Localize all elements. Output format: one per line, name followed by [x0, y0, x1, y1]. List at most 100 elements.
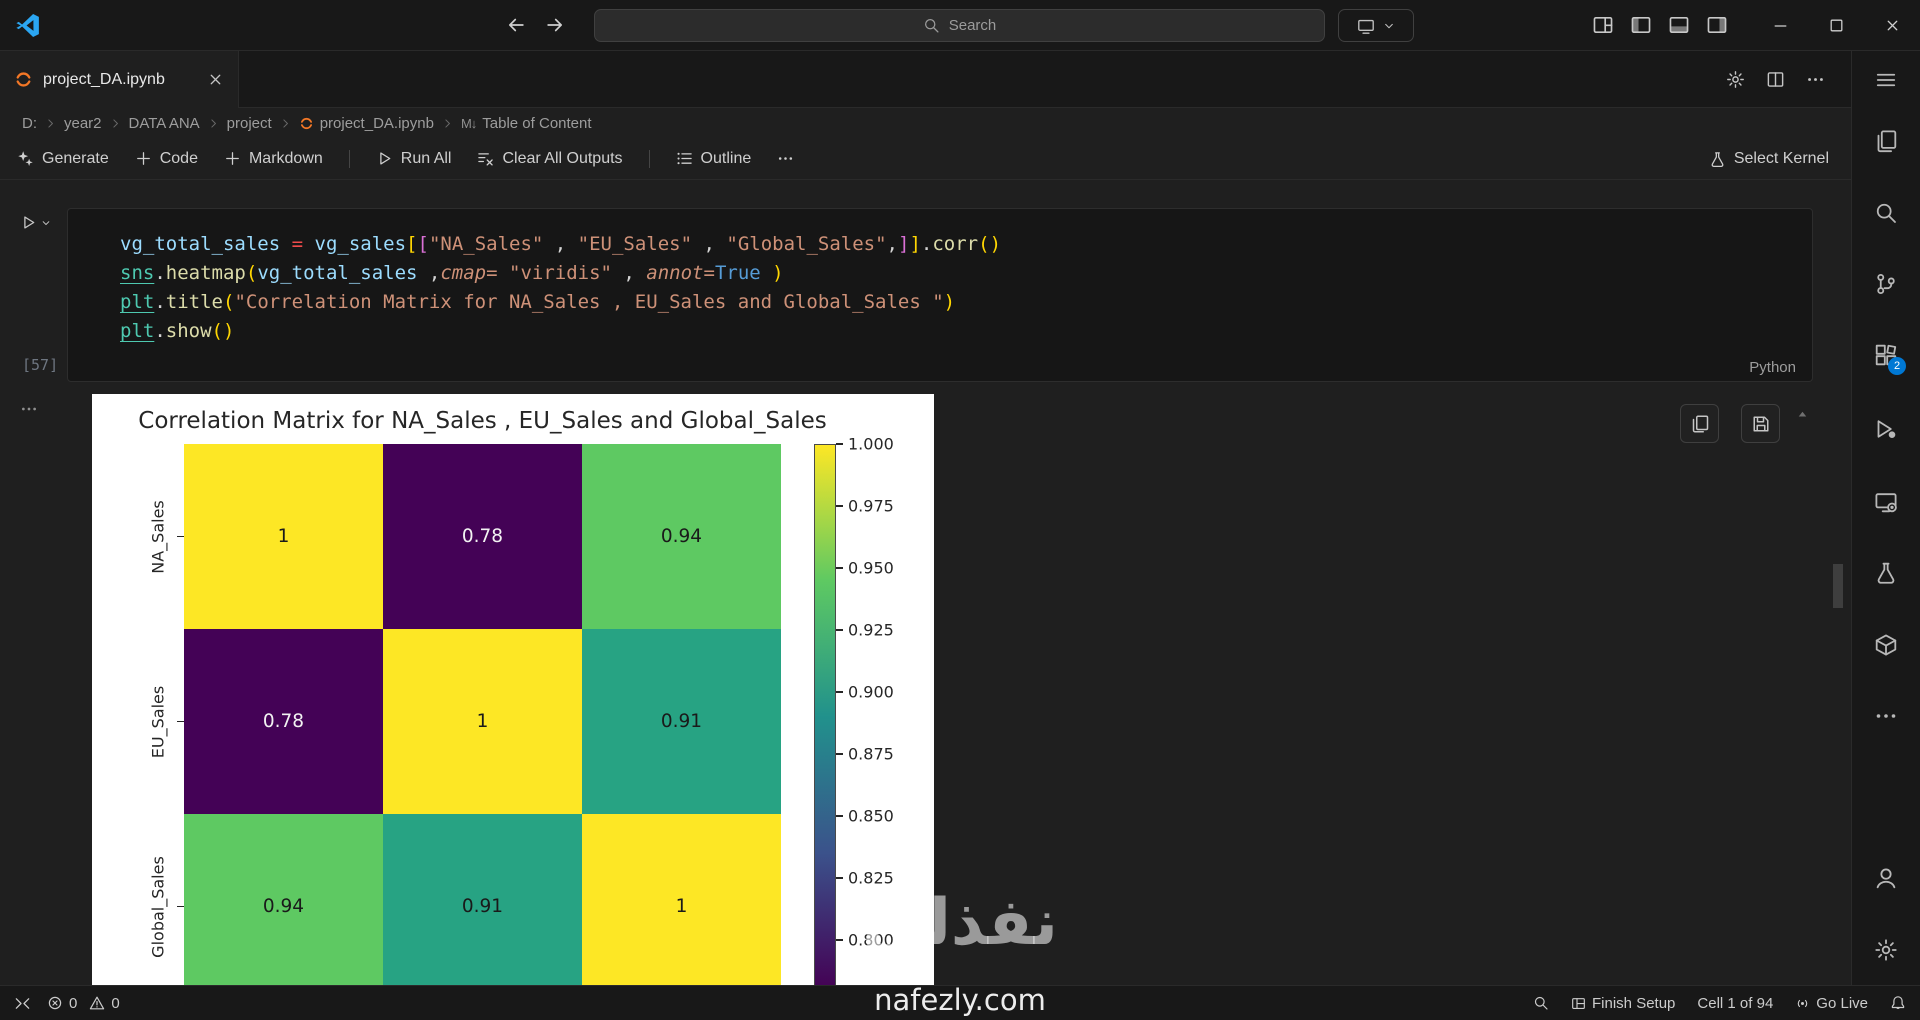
toggle-panel-icon[interactable] [1668, 14, 1690, 36]
colorbar-tick [836, 753, 843, 755]
heatmap-grid: 1 0.78 0.94 0.78 1 0.91 0.94 0.91 1 [184, 444, 781, 985]
testing-icon[interactable] [1864, 551, 1908, 595]
colorbar-tick [836, 443, 843, 445]
tab-label: project_DA.ipynb [43, 70, 165, 88]
history-nav [505, 14, 566, 36]
breadcrumb-separator-icon [207, 117, 220, 130]
breadcrumb-item[interactable]: year2 [64, 115, 102, 132]
breadcrumb-separator-icon [279, 117, 292, 130]
more-views-icon[interactable] [1864, 694, 1908, 738]
breadcrumb-label: DATA ANA [128, 114, 200, 132]
toggle-secondary-sidebar-ic[interactable] [1706, 14, 1728, 36]
containers-icon[interactable] [1864, 623, 1908, 667]
chevron-down-icon [1382, 19, 1396, 33]
colorbar-tick-label: 0.925 [848, 620, 894, 640]
jupyter-notebook-icon [14, 70, 33, 89]
breadcrumb-item[interactable]: project [227, 115, 272, 132]
source-control-icon[interactable] [1864, 262, 1908, 306]
tab-project-da-ipynb[interactable]: project_DA.ipynb [0, 51, 239, 108]
generate-label: Generate [42, 149, 109, 167]
markdown-label: Markdown [248, 149, 323, 167]
generate-button[interactable]: Generate [17, 150, 109, 168]
save-icon [1751, 414, 1771, 434]
cell-indicator[interactable]: Cell 1 of 94 [1697, 995, 1773, 1012]
search-placeholder: Search [948, 17, 997, 34]
customize-layout-icon[interactable] [1592, 14, 1614, 36]
toggle-primary-sidebar-icon[interactable] [1630, 14, 1652, 36]
editor-scrollbar[interactable] [1833, 564, 1843, 608]
status-right: Finish Setup Cell 1 of 94 Go Live [1533, 995, 1906, 1012]
select-kernel-button[interactable]: Select Kernel [1709, 138, 1829, 180]
split-editor-icon[interactable] [1766, 70, 1785, 89]
command-center-search[interactable]: Search [594, 9, 1325, 42]
tab-close-icon[interactable] [207, 71, 224, 88]
maximize-button[interactable] [1808, 0, 1864, 51]
code-line: plt.show() [120, 320, 235, 342]
search-icon[interactable] [1864, 191, 1908, 235]
breadcrumb-separator-icon [109, 117, 122, 130]
toolbar-more-button[interactable] [777, 150, 794, 167]
outline-icon [676, 150, 693, 167]
scroll-top-caret-icon[interactable] [1796, 408, 1809, 421]
cell-language-picker[interactable]: Python [1749, 359, 1796, 376]
cell-code[interactable]: vg_total_sales = vg_sales[["NA_Sales" , … [120, 230, 1001, 346]
heatmap-cell: 0.78 [184, 629, 383, 814]
breadcrumb-label: project_DA.ipynb [319, 114, 434, 132]
clear-all-outputs-button[interactable]: Clear All Outputs [477, 150, 623, 168]
menu-icon[interactable] [1864, 58, 1908, 102]
finish-setup-item[interactable]: Finish Setup [1571, 995, 1675, 1012]
outline-button[interactable]: Outline [676, 149, 752, 168]
forward-arrow-icon[interactable] [544, 14, 566, 36]
more-actions-icon[interactable] [1806, 70, 1825, 89]
maximize-icon [1828, 17, 1845, 34]
explorer-icon[interactable] [1864, 119, 1908, 163]
minimize-icon [1772, 17, 1789, 34]
figure-title: Correlation Matrix for NA_Sales , EU_Sal… [138, 408, 827, 434]
notifications-bell-icon[interactable] [1890, 995, 1906, 1011]
account-icon[interactable] [1864, 856, 1908, 900]
breadcrumb: D: year2 DATA ANA project project_DA.ipynb M↓… [0, 108, 1851, 138]
remote-indicator-icon[interactable] [14, 995, 31, 1012]
copy-output-button[interactable] [1680, 404, 1719, 443]
remote-window-button[interactable] [1338, 9, 1414, 42]
plus-icon [224, 150, 241, 167]
zoom-icon[interactable] [1533, 995, 1549, 1011]
go-live-button[interactable]: Go Live [1795, 995, 1868, 1012]
sparkle-icon [17, 150, 34, 167]
output-gutter-more-icon[interactable] [20, 400, 38, 418]
run-all-icon [376, 150, 393, 167]
clear-all-icon [477, 150, 494, 167]
heatmap-cell: 0.94 [582, 444, 781, 629]
vscode-window: Search project_DA.ipynb D: year2 DATA AN… [0, 0, 1920, 1020]
breadcrumb-item[interactable]: M↓ Table of Content [461, 115, 592, 132]
save-output-button[interactable] [1741, 404, 1780, 443]
notebook-settings-gear-icon[interactable] [1726, 70, 1745, 89]
status-bar: 0 0 Finish Setup Cell 1 of 94 Go Live [0, 985, 1920, 1020]
extensions-badge: 2 [1888, 357, 1906, 375]
minimize-button[interactable] [1752, 0, 1808, 51]
y-axis-tick [177, 720, 184, 723]
heatmap-cell: 0.91 [383, 814, 582, 985]
window-controls [1752, 0, 1920, 51]
outline-label: Outline [700, 149, 752, 167]
run-and-debug-icon[interactable] [1864, 407, 1908, 451]
breadcrumb-item[interactable]: D: [22, 115, 37, 132]
remote-explorer-icon[interactable] [1864, 480, 1908, 524]
cell-indicator-label: Cell 1 of 94 [1697, 994, 1774, 1012]
close-button[interactable] [1864, 0, 1920, 51]
run-all-button[interactable]: Run All [376, 150, 451, 168]
breadcrumb-item[interactable]: DATA ANA [129, 115, 200, 132]
add-code-cell-button[interactable]: Code [135, 150, 198, 168]
colorbar-tick-label: 0.825 [848, 868, 894, 888]
back-arrow-icon[interactable] [505, 14, 527, 36]
breadcrumb-separator-icon [44, 117, 57, 130]
colorbar-tick-label: 0.850 [848, 806, 894, 826]
extensions-icon[interactable]: 2 [1864, 333, 1908, 377]
run-cell-button[interactable] [20, 214, 52, 231]
heatmap-cell: 1 [383, 629, 582, 814]
settings-icon[interactable] [1864, 928, 1908, 972]
breadcrumb-item[interactable]: project_DA.ipynb [299, 115, 434, 132]
problems-indicator[interactable]: 0 0 [47, 995, 126, 1012]
add-markdown-cell-button[interactable]: Markdown [224, 150, 323, 168]
jupyter-notebook-icon [299, 116, 314, 131]
